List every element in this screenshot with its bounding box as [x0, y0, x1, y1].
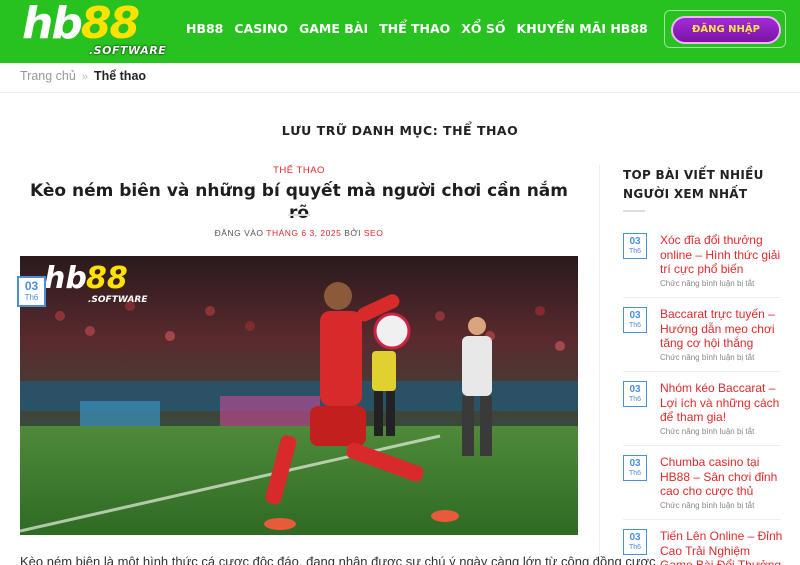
breadcrumb-separator: »: [81, 71, 88, 83]
breadcrumb-current: Thể thao: [93, 69, 147, 83]
sidebar-post-comments: Chức năng bình luận bị tắt: [660, 353, 755, 362]
sidebar-date-badge: 03 Th6: [623, 529, 647, 555]
widget-title-line2: NGƯỜI XEM NHẤT: [623, 187, 748, 201]
badge-month: Th6: [628, 322, 642, 329]
nav-item-hb88[interactable]: HB88: [186, 21, 223, 36]
sidebar-item-separator: [623, 445, 781, 446]
post-date-link[interactable]: THÁNG 6 3, 2025: [266, 228, 341, 238]
post-meta-prefix: ĐĂNG VÀO: [214, 228, 264, 238]
badge-day: 03: [629, 458, 641, 469]
nav-item-the-thao[interactable]: THỂ THAO: [379, 21, 450, 36]
sidebar-date-badge: 03 Th6: [623, 381, 647, 407]
sidebar-post-title-link[interactable]: Nhóm kéo Baccarat – Lợi ích và những các…: [660, 381, 784, 425]
post-meta-by: BỞI: [344, 228, 362, 238]
widget-divider: [623, 210, 645, 212]
page-title: LƯU TRỮ DANH MỤC: THỂ THAO: [281, 123, 519, 138]
sidebar-item-separator: [623, 519, 781, 520]
post-category-link[interactable]: THỂ THAO: [20, 165, 578, 176]
sidebar-post-title-link[interactable]: Baccarat trực tuyến – Hướng dẫn mẹo chơi…: [660, 307, 784, 351]
sidebar-post-comments: Chức năng bình luận bị tắt: [660, 427, 755, 436]
post-author-link[interactable]: SEO: [364, 228, 383, 238]
logo-subtitle: .SOFTWARE: [89, 44, 167, 57]
sidebar-item-separator: [623, 371, 781, 372]
site-header: hb88 .SOFTWARE HB88 CASINO GAME BÀI THỂ …: [0, 0, 800, 63]
image-logo-sub: .SOFTWARE: [88, 295, 148, 305]
post-meta: ĐĂNG VÀO THÁNG 6 3, 2025 BỞI SEO: [20, 228, 578, 238]
sidebar-post-comments: Chức năng bình luận bị tắt: [660, 279, 755, 288]
breadcrumb: Trang chủ » Thể thao: [20, 69, 146, 83]
badge-day: 03: [629, 532, 641, 543]
badge-month: Th6: [628, 396, 642, 403]
sidebar-post-title-link[interactable]: Chumba casino tại HB88 – Sân chơi đỉnh c…: [660, 455, 784, 499]
login-button[interactable]: ĐĂNG NHẬP: [671, 16, 781, 44]
badge-day: 03: [629, 236, 641, 247]
breadcrumb-divider: [0, 92, 800, 93]
badge-day: 03: [629, 310, 641, 321]
sidebar-date-badge: 03 Th6: [623, 233, 647, 259]
sidebar-divider: [599, 165, 600, 565]
title-divider: [288, 214, 310, 216]
badge-month: Th6: [628, 248, 642, 255]
main-nav: HB88 CASINO GAME BÀI THỂ THAO XỔ SỐ KHUY…: [186, 21, 648, 36]
badge-day: 03: [24, 279, 39, 293]
image-logo-yellow: 88: [86, 261, 128, 296]
post-date-badge: 03 Th6: [17, 276, 46, 307]
sidebar-post-title-link[interactable]: Tiến Lên Online – Đỉnh Cao Trải Nghiệm G…: [660, 529, 784, 565]
nav-item-xo-so[interactable]: XỔ SỐ: [461, 21, 505, 36]
badge-month: Th6: [628, 470, 642, 477]
post-title-link[interactable]: Kèo ném biên và những bí quyết mà người …: [20, 180, 578, 224]
sidebar-post-comments: Chức năng bình luận bị tắt: [660, 501, 755, 510]
sidebar-item-separator: [623, 297, 781, 298]
nav-item-khuyen-mai[interactable]: KHUYẾN MÃI HB88: [517, 21, 648, 36]
sidebar-date-badge: 03 Th6: [623, 455, 647, 481]
site-logo[interactable]: hb88 .SOFTWARE: [22, 0, 166, 60]
image-logo-white: hb: [44, 261, 87, 296]
badge-day: 03: [629, 384, 641, 395]
widget-title-line1: TOP BÀI VIẾT NHIỀU: [623, 168, 764, 182]
nav-item-casino[interactable]: CASINO: [234, 21, 288, 36]
badge-month: Th6: [628, 544, 642, 551]
nav-item-game-bai[interactable]: GAME BÀI: [299, 21, 368, 36]
sidebar-widget-title: TOP BÀI VIẾT NHIỀU NGƯỜI XEM NHẤT: [623, 166, 783, 204]
football-throw-in-photo: hb 88 .SOFTWARE: [20, 256, 578, 535]
badge-month: Th6: [24, 293, 39, 302]
sidebar-post-title-link[interactable]: Xóc đĩa đổi thưởng online – Hình thức gi…: [660, 233, 784, 277]
featured-image[interactable]: hb 88 .SOFTWARE: [20, 256, 578, 535]
logo-wordmark: hb88: [22, 0, 140, 49]
login-frame: ĐĂNG NHẬP: [664, 10, 786, 48]
breadcrumb-home-link[interactable]: Trang chủ: [20, 69, 76, 83]
post-excerpt: Kèo ném biên là một hình thức cá cược độ…: [20, 554, 656, 565]
sidebar-date-badge: 03 Th6: [623, 307, 647, 333]
